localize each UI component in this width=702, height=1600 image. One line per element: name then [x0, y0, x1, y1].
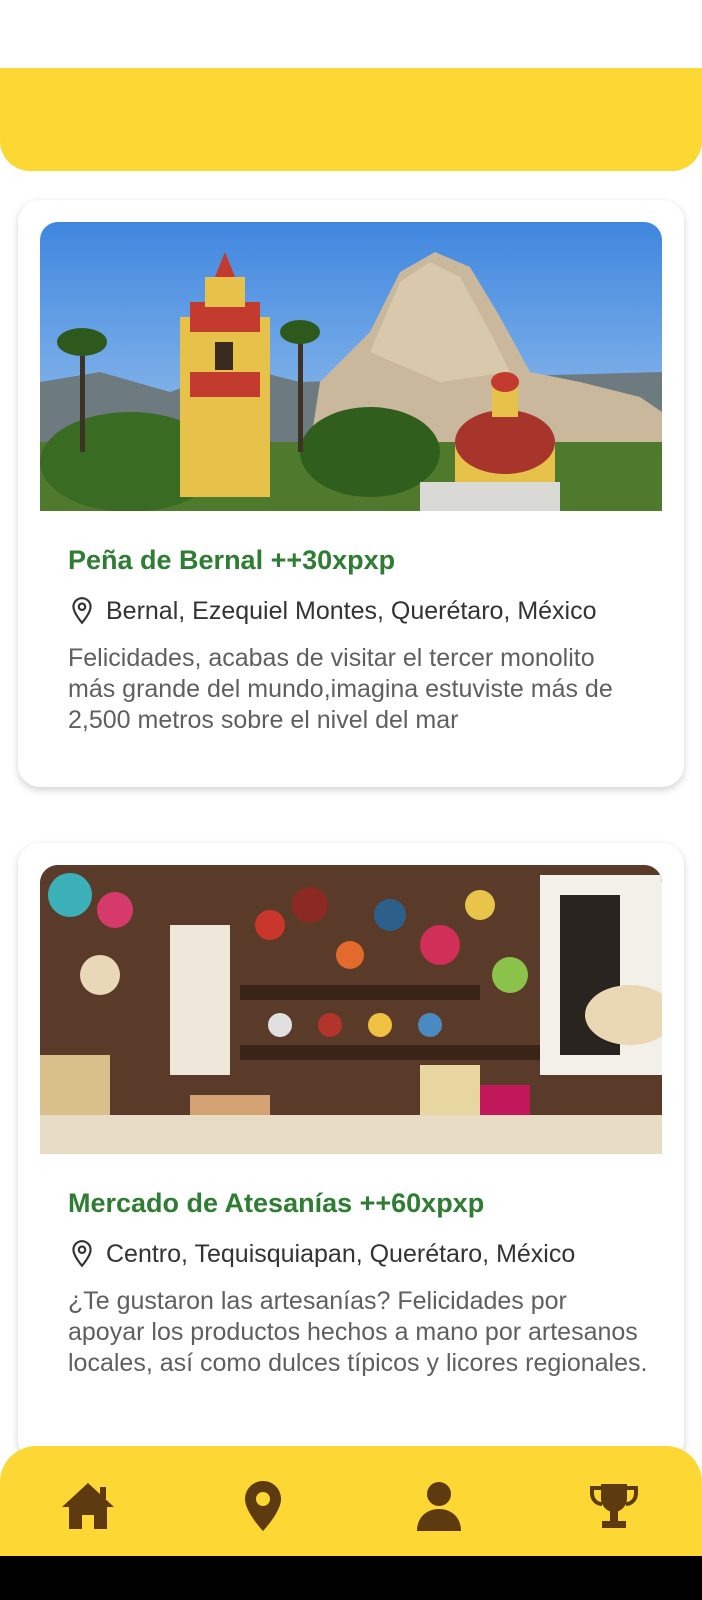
- card-description: ¿Te gustaron las artesanías? Felicidades…: [68, 1287, 648, 1377]
- place-card[interactable]: Peña de Bernal ++30xpxp Bernal, Ezequiel…: [18, 200, 684, 787]
- home-icon: [62, 1483, 114, 1529]
- location-text: Centro, Tequisquiapan, Querétaro, México: [106, 1239, 576, 1268]
- person-icon: [417, 1482, 461, 1531]
- bottom-navigation: [0, 1446, 702, 1556]
- location-row: Bernal, Ezequiel Montes, Querétaro, Méxi…: [68, 594, 597, 628]
- nav-achievements-button[interactable]: [584, 1478, 644, 1534]
- trophy-icon: [590, 1484, 638, 1528]
- nav-home-button[interactable]: [58, 1478, 118, 1534]
- place-card[interactable]: Mercado de Atesanías ++60xpxp Centro, Te…: [18, 843, 684, 1463]
- card-image: [40, 865, 662, 1154]
- map-pin-icon: [245, 1481, 281, 1531]
- top-banner: [0, 68, 702, 171]
- location-pin-icon: [72, 597, 92, 625]
- nav-profile-button[interactable]: [409, 1478, 469, 1534]
- location-pin-icon: [72, 1240, 92, 1268]
- location-text: Bernal, Ezequiel Montes, Querétaro, Méxi…: [106, 596, 597, 625]
- crafts-market-photo: [40, 865, 662, 1154]
- card-description: Felicidades, acabas de visitar el tercer…: [68, 644, 613, 734]
- nav-map-button[interactable]: [233, 1478, 293, 1534]
- system-navigation-bar: [0, 1556, 702, 1600]
- mountain-church-photo: [40, 222, 662, 511]
- card-image: [40, 222, 662, 511]
- card-title: Mercado de Atesanías ++60xpxp: [68, 1188, 485, 1218]
- location-row: Centro, Tequisquiapan, Querétaro, México: [68, 1237, 575, 1271]
- card-title: Peña de Bernal ++30xpxp: [68, 545, 396, 575]
